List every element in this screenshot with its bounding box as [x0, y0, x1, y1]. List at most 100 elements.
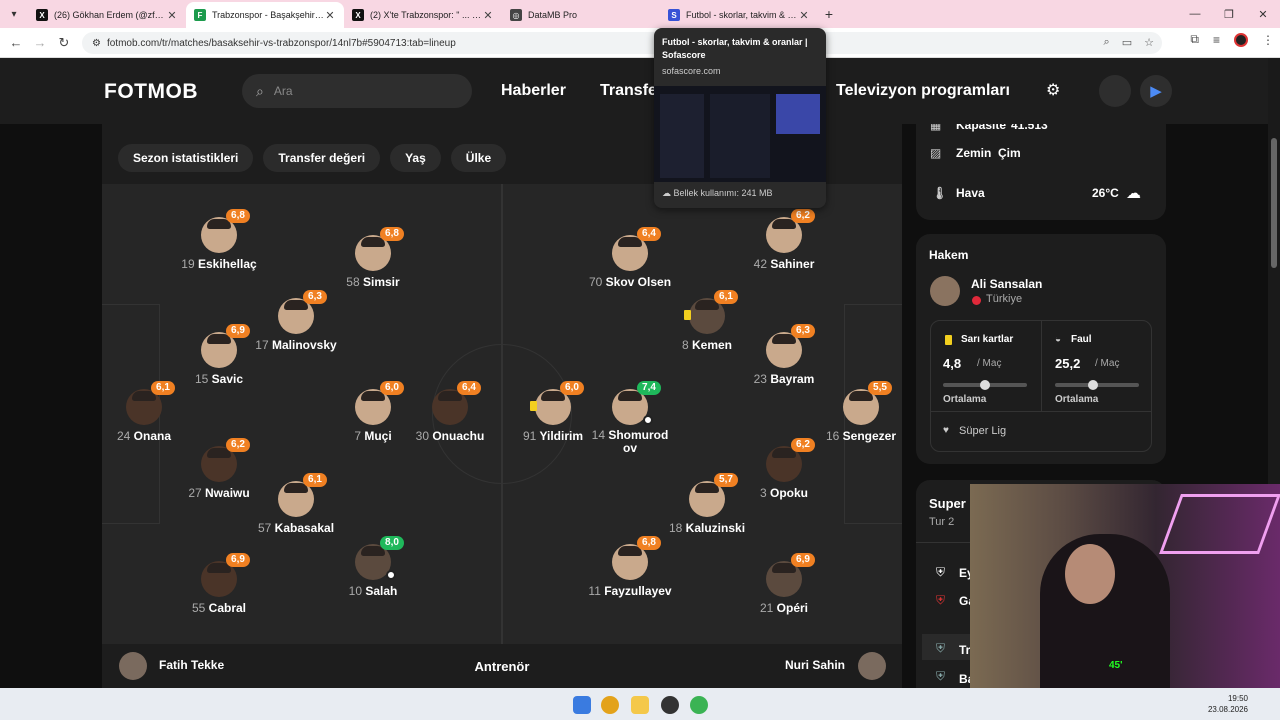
close-tab-icon[interactable]: ✕: [166, 9, 178, 22]
player-name: 30 Onuachu: [415, 429, 485, 443]
profile-avatar[interactable]: [1234, 32, 1248, 47]
filter-country[interactable]: Ülke: [450, 144, 507, 172]
player-name: 23 Bayram: [753, 372, 815, 386]
referee-country: Türkiye: [986, 293, 1023, 305]
back-icon[interactable]: ←: [4, 35, 28, 50]
pitch: 6,1 24 Onana 6,8 19 Eskihellaç 6,9 15 Sa…: [102, 184, 902, 644]
referee-card: Hakem Ali Sansalan Türkiye Sarı kartlar …: [916, 234, 1166, 464]
lineup-card: Sezon istatistikleri Transfer değeri Yaş…: [102, 124, 902, 688]
player-name: 70 Skov Olsen: [588, 275, 672, 289]
player-simsir[interactable]: 6,8 58 Simsir: [318, 227, 428, 289]
filter-season-stats[interactable]: Sezon istatistikleri: [118, 144, 254, 172]
player-name: 11 Fayzullayev: [588, 584, 672, 598]
bookmark-star-icon[interactable]: ☆: [1144, 36, 1154, 49]
nav-news[interactable]: Haberler: [501, 82, 566, 100]
maximize-icon[interactable]: ❐: [1212, 8, 1246, 21]
away-coach-name[interactable]: Nuri Sahin: [785, 658, 845, 672]
menu-icon[interactable]: ⋮: [1262, 33, 1274, 47]
surface-icon: ▨: [930, 146, 942, 160]
player-salah[interactable]: 8,0 10 Salah: [318, 536, 428, 598]
player-malinovsky[interactable]: 6,3 17 Malinovsky: [241, 290, 351, 352]
thermometer-icon: 🌡: [932, 186, 948, 200]
player-bayram[interactable]: 6,3 23 Bayram: [729, 324, 839, 386]
tab-x-trabzonspor[interactable]: X (2) X'te Trabzonspor: " ... Başa... ✕: [344, 2, 502, 28]
slider-knob: [980, 380, 990, 390]
rating-badge: 5,5: [868, 381, 892, 395]
player-cabral[interactable]: 6,9 55 Cabral: [164, 553, 274, 615]
player-opoku[interactable]: 6,2 3 Opoku: [729, 438, 839, 500]
average-label: Ortalama: [943, 394, 987, 405]
rating-badge: 6,2: [791, 209, 815, 223]
file-explorer-icon[interactable]: [631, 696, 649, 714]
forward-icon[interactable]: →: [28, 35, 52, 50]
streamer-face: [1065, 544, 1115, 604]
settings-gear-icon[interactable]: ⚙: [1046, 80, 1060, 100]
minimize-icon[interactable]: —: [1178, 8, 1212, 20]
clock-date: 23.08.2026: [1207, 705, 1248, 714]
windows-start-icon[interactable]: [573, 696, 591, 714]
obs-icon[interactable]: [661, 696, 679, 714]
player-operi[interactable]: 6,9 21 Opéri: [729, 553, 839, 615]
rating-badge: 6,9: [791, 553, 815, 567]
player-sengezer[interactable]: 5,5 16 Sengezer: [806, 381, 902, 443]
tab-title: DataMB Pro: [528, 10, 578, 20]
media-icon[interactable]: ≡: [1213, 33, 1220, 47]
capacity-value: 41.513: [1011, 124, 1048, 132]
rating-badge: 6,3: [791, 324, 815, 338]
tab-search-icon[interactable]: ▾: [0, 0, 28, 28]
league-name[interactable]: Süper Lig: [959, 425, 1006, 437]
player-onana[interactable]: 6,1 24 Onana: [102, 381, 199, 443]
player-fayzullayev[interactable]: 6,8 11 Fayzullayev: [575, 536, 685, 598]
close-tab-icon[interactable]: ✕: [798, 9, 810, 22]
zoom-icon[interactable]: ⌕: [1104, 36, 1110, 49]
close-window-icon[interactable]: ✕: [1246, 8, 1280, 21]
player-shomurodov[interactable]: 7,4 14 Shomurod ov: [575, 381, 685, 455]
turkey-flag-icon: [972, 296, 981, 305]
fotmob-logo[interactable]: FOTMOB: [104, 80, 198, 104]
filter-age[interactable]: Yaş: [390, 144, 441, 172]
player-onuachu[interactable]: 6,4 30 Onuachu: [395, 381, 505, 443]
chrome-profile-icon[interactable]: [690, 696, 708, 714]
apple-icon[interactable]: [1099, 75, 1131, 107]
scrollbar-thumb[interactable]: [1271, 138, 1277, 268]
reload-icon[interactable]: ↻: [52, 35, 76, 51]
tab-title: Futbol - skorlar, takvim & oranl...: [686, 10, 798, 20]
close-tab-icon[interactable]: ✕: [482, 9, 494, 22]
cast-icon[interactable]: ▭: [1122, 36, 1132, 49]
close-tab-icon[interactable]: ✕: [324, 9, 336, 22]
memory-icon: ☁: [662, 188, 671, 198]
url-text: fotmob.com/tr/matches/basaksehir-vs-trab…: [106, 37, 456, 49]
tab-datamb[interactable]: ◎ DataMB Pro: [502, 2, 660, 28]
tab-fotmob[interactable]: F Trabzonspor - Başakşehir canlı ... ✕: [186, 2, 344, 28]
yellow-slider: [943, 380, 1027, 390]
coach-avatar: [858, 652, 886, 680]
extensions-icon[interactable]: ⧉: [1190, 32, 1199, 47]
tab-title: Trabzonspor - Başakşehir canlı ...: [212, 10, 324, 20]
league-icon: ♥: [943, 425, 949, 436]
site-info-icon[interactable]: ⚙: [92, 38, 101, 49]
player-eskihellac[interactable]: 6,8 19 Eskihellaç: [164, 209, 274, 271]
nav-tv-schedule[interactable]: Televizyon programları: [836, 82, 1010, 100]
memory-usage: ☁ Bellek kullanımı: 241 MB: [662, 188, 773, 198]
player-skov-olsen[interactable]: 6,4 70 Skov Olsen: [575, 227, 685, 289]
tab-sofascore[interactable]: S Futbol - skorlar, takvim & oranl... ✕: [660, 2, 818, 28]
search-input[interactable]: ⌕ Ara: [242, 74, 472, 108]
filter-transfer-value[interactable]: Transfer değeri: [263, 144, 381, 172]
slider-knob: [1088, 380, 1099, 390]
system-clock[interactable]: 19:50 23.08.2026: [1208, 693, 1248, 715]
google-play-icon[interactable]: ▶: [1140, 75, 1172, 107]
url-field[interactable]: ⚙ fotmob.com/tr/matches/basaksehir-vs-tr…: [82, 32, 1162, 54]
yellow-value: 4,8: [943, 356, 962, 371]
search-icon: ⌕: [256, 82, 264, 99]
new-tab-button[interactable]: +: [818, 6, 840, 22]
tab-x-gokhan[interactable]: X (26) Gökhan Erdem (@zforzami... ✕: [28, 2, 186, 28]
chrome-icon[interactable]: [601, 696, 619, 714]
player-name: 42 Sahiner: [753, 257, 815, 271]
player-kabasakal[interactable]: 6,1 57 Kabasakal: [241, 473, 351, 535]
x-icon: X: [36, 9, 48, 21]
referee-name[interactable]: Ali Sansalan: [971, 277, 1042, 291]
rating-badge: 6,4: [457, 381, 481, 395]
rating-badge: 6,8: [637, 536, 661, 550]
player-sahiner[interactable]: 6,2 42 Sahiner: [729, 209, 839, 271]
preview-panel: [710, 94, 770, 178]
